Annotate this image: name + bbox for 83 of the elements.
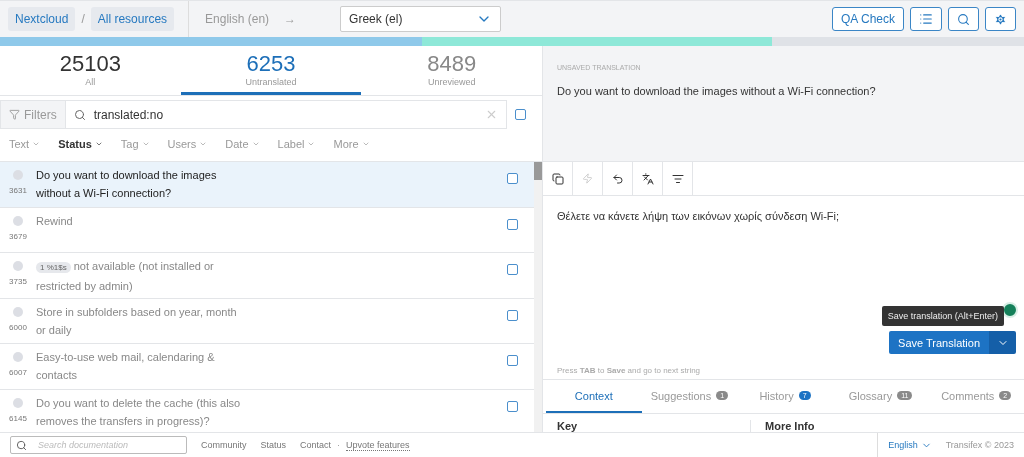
chevron-down-icon bbox=[94, 140, 103, 148]
undo-icon bbox=[611, 172, 624, 185]
breadcrumb-separator: / bbox=[81, 12, 85, 26]
search-field[interactable]: translated:no bbox=[65, 107, 506, 122]
string-id: 3631 bbox=[9, 186, 27, 195]
lightning-icon bbox=[582, 173, 593, 184]
filters-button[interactable]: Filters bbox=[1, 101, 66, 128]
string-text: Store in subfolders based on year, month or daily bbox=[36, 304, 238, 338]
list-icon bbox=[919, 12, 933, 26]
string-text: Easy-to-use web mail, calendaring & contacts bbox=[36, 350, 216, 383]
copy-icon bbox=[551, 172, 564, 185]
translate-icon bbox=[641, 172, 654, 185]
string-id: 3679 bbox=[9, 231, 27, 241]
row-checkbox[interactable] bbox=[507, 218, 518, 230]
keyboard-hint: Press TAB to Save and go to next string bbox=[556, 366, 702, 377]
settings-icon bbox=[994, 12, 1007, 26]
language-selector[interactable]: English bbox=[877, 432, 932, 457]
footer-link[interactable]: Contact bbox=[300, 440, 332, 450]
string-id: 6145 bbox=[9, 413, 27, 423]
translation-field[interactable]: Θέλετε να κάνετε λήψη των εικόνων χωρίς σύνδεση Wi-Fi; bbox=[557, 210, 1010, 222]
string-text: Do you want to download the images without a Wi-Fi connection? bbox=[36, 168, 218, 201]
target-language-select[interactable]: Greek (el) bbox=[340, 6, 502, 32]
chevron-down-icon bbox=[251, 140, 260, 148]
status-dot bbox=[13, 306, 23, 317]
search-icon bbox=[16, 439, 27, 451]
row-checkbox[interactable] bbox=[507, 355, 518, 366]
lines-icon bbox=[671, 172, 684, 185]
tooltip: Save translation (Alt+Enter) bbox=[881, 306, 1004, 326]
status-tab[interactable]: 8489 Unreviewed bbox=[361, 46, 542, 95]
chevron-down-icon bbox=[141, 140, 150, 148]
status-dot bbox=[13, 397, 23, 408]
chevron-down-icon bbox=[199, 140, 208, 148]
breadcrumb-link[interactable]: All resources bbox=[90, 7, 175, 31]
string-id: 6000 bbox=[9, 322, 27, 332]
search-icon bbox=[957, 12, 970, 26]
string-id: 3735 bbox=[9, 277, 27, 286]
scrollbar[interactable] bbox=[534, 162, 542, 432]
status-tab[interactable]: 25103 All bbox=[0, 46, 181, 95]
qa-check-button[interactable]: QA Check bbox=[831, 7, 904, 31]
source-text: Do you want to download the images without a Wi-Fi connection? bbox=[557, 85, 877, 97]
column-filter[interactable]: Users bbox=[167, 138, 208, 150]
row-checkbox[interactable] bbox=[507, 264, 518, 275]
status-dot bbox=[13, 261, 23, 271]
breadcrumb-link[interactable]: Nextcloud bbox=[8, 7, 76, 31]
list-button[interactable] bbox=[910, 7, 942, 31]
documentation-search-field[interactable]: Search documentation bbox=[10, 436, 187, 454]
chevron-down-icon bbox=[361, 140, 370, 148]
filter-icon bbox=[9, 109, 20, 120]
upvote-link[interactable]: Upvote features bbox=[346, 439, 410, 451]
separator-dot: · bbox=[337, 440, 341, 450]
column-filter[interactable]: Tag bbox=[120, 138, 150, 150]
save-translation-button[interactable]: Save Translation bbox=[889, 331, 989, 354]
select-all-checkbox[interactable] bbox=[515, 109, 526, 120]
status-dot bbox=[13, 215, 23, 226]
footer-link[interactable]: Community bbox=[201, 440, 247, 450]
string-row[interactable]: 3631 Do you want to download the images without a Wi-Fi connection? bbox=[0, 162, 534, 208]
status-dot bbox=[13, 352, 23, 362]
save-options-button[interactable] bbox=[989, 331, 1016, 354]
column-filter[interactable]: Date bbox=[225, 138, 260, 150]
copyright: Transifex © 2023 bbox=[945, 440, 1014, 450]
column-filter[interactable]: Text bbox=[9, 138, 41, 150]
column-header: More Info bbox=[765, 420, 816, 432]
chevron-down-icon bbox=[32, 140, 41, 148]
scrollbar-thumb[interactable] bbox=[534, 162, 542, 180]
string-text: Rewind bbox=[36, 213, 74, 229]
row-checkbox[interactable] bbox=[507, 309, 518, 321]
column-filter[interactable]: Status bbox=[58, 138, 103, 150]
string-text: Do you want to delete the cache (this also removes the transfers in progress)? bbox=[36, 395, 242, 429]
search-icon bbox=[73, 108, 86, 121]
settings-button[interactable] bbox=[985, 7, 1016, 31]
assistant-icon[interactable] bbox=[1002, 302, 1018, 318]
column-filter[interactable]: Label bbox=[277, 138, 316, 150]
row-checkbox[interactable] bbox=[507, 173, 518, 184]
language-arrow: → bbox=[284, 12, 298, 26]
column-filter[interactable]: More bbox=[333, 138, 370, 150]
string-text: 1 %1$s not available (not installed or restricted by admin) bbox=[36, 259, 215, 294]
string-id: 6007 bbox=[9, 368, 27, 377]
footer-link[interactable]: Status bbox=[260, 440, 287, 450]
chevron-down-icon bbox=[307, 140, 316, 148]
search-button[interactable] bbox=[948, 7, 979, 31]
status-tab[interactable]: 6253 Untranslated bbox=[180, 46, 362, 95]
column-header: Key bbox=[557, 420, 751, 432]
row-checkbox[interactable] bbox=[507, 400, 518, 412]
